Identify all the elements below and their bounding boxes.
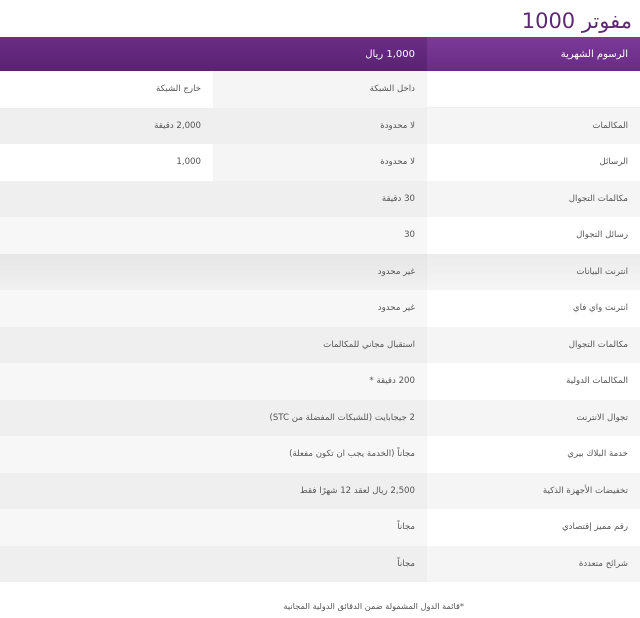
row-label: شرائح متعددة [427, 545, 640, 582]
page-title: مفوتر 1000 [521, 9, 632, 33]
table-row: رقم مميز إقتصادي مجاناً [0, 509, 640, 546]
row-value: غير محدود [0, 290, 427, 327]
header-label: الرسوم الشهرية [427, 37, 640, 71]
row-value-out-network: 1,000 [0, 144, 213, 181]
table-row: تجوال الانترنت 2 جيجابايت (للشبكات المفض… [0, 399, 640, 436]
row-value-out-network: 2,000 دقيقة [0, 107, 213, 144]
row-label: تخفيضات الأجهزة الذكية [427, 472, 640, 509]
plan-table: الرسوم الشهرية 1,000 ريال [0, 37, 640, 71]
table-row: مكالمات التجوال 30 دقيقة [0, 180, 640, 217]
table-row: شرائح متعددة مجاناً [0, 545, 640, 582]
row-label: رقم مميز إقتصادي [427, 509, 640, 546]
row-label: الرسائل [427, 144, 640, 181]
table-row: مكالمات التجوال استقبال مجاني للمكالمات [0, 326, 640, 363]
table-row: داخل الشبكة خارج الشبكة [0, 71, 640, 108]
row-value: غير محدود [0, 253, 427, 290]
row-value: 200 دقيقة * [0, 363, 427, 400]
row-label: المكالمات [427, 107, 640, 144]
table-body: داخل الشبكة خارج الشبكة المكالمات لا محد… [0, 71, 640, 582]
table-row: الرسائل لا محدودة 1,000 [0, 144, 640, 181]
row-label: المكالمات الدولية [427, 363, 640, 400]
table-row: خدمة البلاك بيري مجاناً (الخدمة يجب ان ت… [0, 436, 640, 473]
footnote: *قائمة الدول المشمولة ضمن الدقائق الدولي… [283, 601, 464, 611]
row-value: استقبال مجاني للمكالمات [0, 326, 427, 363]
table-row: انترنت واي فاي غير محدود [0, 290, 640, 327]
row-value: 30 [0, 217, 427, 254]
row-label: مكالمات التجوال [427, 180, 640, 217]
row-label: رسائل التجوال [427, 217, 640, 254]
row-value-out-network: خارج الشبكة [0, 71, 213, 108]
table-row: تخفيضات الأجهزة الذكية 2,500 ريال لعقد 1… [0, 472, 640, 509]
table-row: رسائل التجوال 30 [0, 217, 640, 254]
table-row: المكالمات لا محدودة 2,000 دقيقة [0, 107, 640, 144]
row-value: 2 جيجابايت (للشبكات المفضلة من STC) [0, 399, 427, 436]
row-label: خدمة البلاك بيري [427, 436, 640, 473]
plan-page: مفوتر 1000 الرسوم الشهرية 1,000 ريال داخ… [0, 0, 640, 618]
row-value: 2,500 ريال لعقد 12 شهرًا فقط [0, 472, 427, 509]
row-label: مكالمات التجوال [427, 326, 640, 363]
table-row: المكالمات الدولية 200 دقيقة * [0, 363, 640, 400]
table-header: الرسوم الشهرية 1,000 ريال [0, 37, 640, 71]
row-label: تجوال الانترنت [427, 399, 640, 436]
row-value: مجاناً [0, 545, 427, 582]
row-label [427, 71, 640, 108]
table-row: انترنت البيانات غير محدود [0, 253, 640, 290]
row-value-in-network: داخل الشبكة [213, 71, 427, 108]
row-value: 30 دقيقة [0, 180, 427, 217]
row-value: مجاناً (الخدمة يجب ان تكون مفعلة) [0, 436, 427, 473]
header-price: 1,000 ريال [365, 48, 415, 60]
row-value-in-network: لا محدودة [213, 107, 427, 144]
row-value: مجاناً [0, 509, 427, 546]
row-label: انترنت البيانات [427, 253, 640, 290]
row-value-in-network: لا محدودة [213, 144, 427, 181]
row-label: انترنت واي فاي [427, 290, 640, 327]
